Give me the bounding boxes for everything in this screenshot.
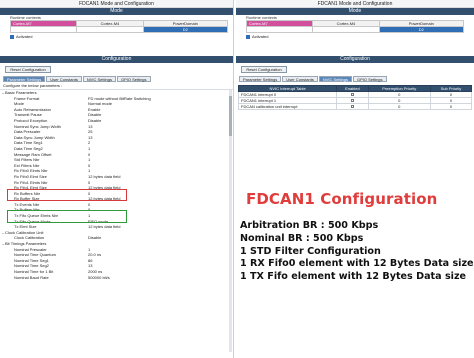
config-tabs: Parameter Settings User Constants NVIC S… (3, 76, 233, 82)
nvic-table: NVIC Interrupt Table Enabled Preemption … (237, 85, 473, 110)
tab-nvic-settings[interactable]: NVIC Settings (82, 76, 116, 82)
sub-priority-cell[interactable]: 0 (429, 103, 473, 110)
preemption-cell[interactable]: 0 (367, 103, 431, 110)
param-name: Nominal Baud Rate (14, 274, 49, 280)
checkbox-icon[interactable] (246, 34, 250, 39)
parameter-list: Basic ParametersFrame FormatFD mode with… (0, 89, 233, 280)
configure-hint: Configure the below parameters : (3, 83, 63, 88)
param-value[interactable]: 500000 bit/s (88, 275, 110, 281)
power-domain-value[interactable]: D2 (142, 26, 229, 33)
summary-title: FDCAN1 Configuration (246, 190, 438, 208)
mode-header: Mode (236, 8, 474, 15)
tab-parameter-settings[interactable]: Parameter Settings (239, 76, 282, 82)
table-row[interactable]: FDCAN calibration unit interrupt 0 0 (237, 103, 473, 110)
tab-user-constants[interactable]: User Constants (46, 76, 82, 82)
param-row[interactable]: Nominal Baud Rate 500000 bit/s (0, 275, 233, 281)
summary-line: Arbitration BR : 500 Kbps (240, 220, 379, 231)
summary-line: 1 TX Fifo element with 12 Bytes Data siz… (240, 271, 467, 283)
summary-line: 1 RX Fifo0 element with 12 Bytes Data si… (240, 258, 474, 270)
activated-label: Activated (252, 34, 269, 39)
context-value-m4 (76, 26, 144, 33)
configuration-header: Configuration (0, 56, 233, 63)
activated-row[interactable]: Activated (236, 34, 474, 40)
tab-parameter-settings[interactable]: Parameter Settings (3, 76, 46, 82)
window-title: FDCAN1 Mode and Configuration (0, 0, 233, 8)
window-title: FDCAN1 Mode and Configuration (236, 0, 474, 8)
rx-fifo0-highlight (7, 210, 127, 223)
summary-lines: Arbitration BR : 500 Kbps Nominal BR : 5… (240, 220, 474, 284)
right-config-panel: FDCAN1 Mode and Configuration Mode Runti… (236, 0, 474, 150)
context-value-m7 (9, 26, 78, 33)
config-tabs: Parameter Settings User Constants NVIC S… (239, 76, 474, 82)
configuration-header: Configuration (236, 56, 474, 63)
context-value-m7 (245, 26, 314, 33)
scrollbar[interactable] (229, 90, 232, 352)
runtime-context-table: Cortex-M7 Cortex-M4 PowerDomain D2 (245, 20, 465, 33)
checkbox-icon[interactable] (350, 105, 354, 108)
summary-line: 1 STD Filter Configuration (240, 245, 381, 257)
tab-nvic-settings[interactable]: NVIC Settings (318, 76, 352, 82)
summary-line: Nominal BR : 500 Kbps (240, 232, 364, 244)
tab-gpio-settings[interactable]: GPIO Settings (352, 76, 387, 82)
context-value-m4 (312, 26, 380, 33)
scrollbar-thumb[interactable] (229, 96, 232, 136)
tab-gpio-settings[interactable]: GPIO Settings (116, 76, 151, 82)
mode-header: Mode (0, 8, 233, 15)
power-domain-value[interactable]: D2 (378, 26, 465, 33)
fdcan-summary: FDCAN1 Configuration Arbitration BR : 50… (240, 190, 474, 284)
reset-configuration-button[interactable]: Reset Configuration (5, 66, 51, 73)
left-config-panel: FDCAN1 Mode and Configuration Mode Runti… (0, 0, 234, 358)
activated-row[interactable]: Activated (0, 34, 233, 40)
message-ram-offset-highlight (7, 189, 127, 201)
activated-label: Activated (16, 34, 33, 39)
checkbox-icon[interactable] (10, 34, 14, 39)
checkbox-icon[interactable] (350, 93, 354, 96)
reset-configuration-button[interactable]: Reset Configuration (241, 66, 287, 73)
tab-user-constants[interactable]: User Constants (282, 76, 318, 82)
runtime-context-table: Cortex-M7 Cortex-M4 PowerDomain D2 (9, 20, 229, 33)
enabled-cell[interactable] (336, 103, 369, 110)
checkbox-icon[interactable] (350, 99, 354, 102)
interrupt-name: FDCAN calibration unit interrupt (237, 103, 338, 110)
